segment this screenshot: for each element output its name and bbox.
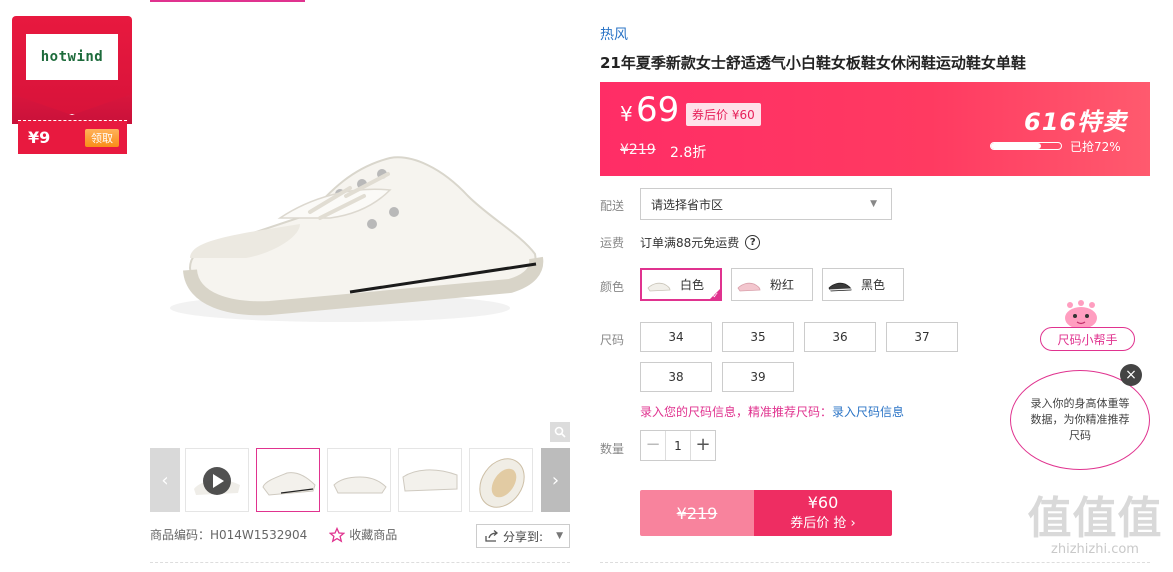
zoom-icon[interactable] bbox=[550, 422, 570, 442]
brand-logo-text: hotwind bbox=[40, 49, 104, 65]
thumbnail-video[interactable] bbox=[185, 448, 249, 512]
sneaker-illustration bbox=[170, 156, 544, 322]
coupon-amount: ¥9 bbox=[28, 128, 51, 147]
price-banner: ¥ 69 券后价 ¥60 ¥219 2.8折 616特卖 已抢72% bbox=[600, 82, 1150, 176]
close-icon[interactable]: × bbox=[1120, 364, 1142, 386]
color-option-white[interactable]: 白色 ✓ bbox=[640, 268, 722, 301]
sku-code: 商品编码：H014W1532904 bbox=[150, 528, 308, 542]
region-placeholder: 请选择省市区 bbox=[651, 197, 724, 212]
watermark-url: zhizhizhi.com bbox=[1051, 542, 1139, 557]
size-option-34[interactable]: 34 bbox=[640, 322, 712, 352]
size-option-36[interactable]: 36 bbox=[804, 322, 876, 352]
size-helper-button[interactable]: 尺码小帮手 bbox=[1040, 327, 1135, 351]
white-shoe-swatch bbox=[646, 275, 672, 295]
claim-coupon-button[interactable]: 领取 bbox=[85, 128, 119, 147]
shipping-label: 运费 bbox=[600, 236, 625, 250]
region-select[interactable]: 请选择省市区 ▼ bbox=[640, 188, 892, 220]
store-coupon-card[interactable]: hotwind ¥9 领取 bbox=[12, 16, 132, 154]
size-option-37[interactable]: 37 bbox=[886, 322, 958, 352]
color-option-pink[interactable]: 粉红 bbox=[731, 268, 813, 301]
favorite-button[interactable]: 收藏商品 bbox=[329, 526, 397, 543]
color-label: 颜色 bbox=[600, 280, 625, 294]
quantity-stepper: − 1 + bbox=[640, 430, 716, 461]
check-icon: ✓ bbox=[712, 291, 719, 300]
divider bbox=[150, 562, 570, 563]
discount-label: 2.8折 bbox=[670, 145, 707, 161]
helper-mascot-icon bbox=[1065, 300, 1097, 329]
thumbnail-1[interactable] bbox=[256, 448, 320, 512]
black-shoe-swatch bbox=[827, 275, 853, 295]
size-option-39[interactable]: 39 bbox=[722, 362, 794, 392]
thumbnail-3[interactable] bbox=[398, 448, 462, 512]
share-icon bbox=[485, 530, 499, 542]
share-dropdown[interactable]: 分享到: ▼ bbox=[476, 524, 570, 548]
watermark-logo: 值值值 bbox=[1027, 493, 1163, 544]
quantity-value[interactable]: 1 bbox=[666, 439, 690, 453]
quantity-label: 数量 bbox=[600, 442, 625, 456]
product-title: 21年夏季新款女士舒适透气小白鞋女板鞋女休闲鞋运动鞋女单鞋 bbox=[600, 54, 1026, 72]
color-name: 黑色 bbox=[861, 278, 886, 292]
price-currency: ¥ bbox=[620, 102, 633, 126]
help-icon[interactable]: ? bbox=[745, 235, 761, 250]
coupon-buy-price: ¥60 bbox=[807, 493, 839, 512]
coupon-footer: ¥9 领取 bbox=[18, 120, 127, 154]
product-meta-row: 商品编码：H014W1532904 收藏商品 bbox=[150, 526, 397, 543]
quantity-decrease-button[interactable]: − bbox=[641, 431, 666, 460]
thumbnail-strip bbox=[185, 448, 533, 512]
size-hint: 录入您的尺码信息，精准推荐尺码：录入尺码信息 bbox=[640, 403, 904, 420]
thumbnail-2[interactable] bbox=[327, 448, 391, 512]
chevron-down-icon: ▼ bbox=[556, 531, 563, 541]
color-name: 白色 bbox=[680, 278, 705, 292]
pink-shoe-swatch bbox=[736, 275, 762, 295]
thumbnail-4[interactable] bbox=[469, 448, 533, 512]
color-option-black[interactable]: 黑色 bbox=[822, 268, 904, 301]
original-price: ¥219 bbox=[620, 142, 656, 158]
coupon-buy-label: 券后价 抢 › bbox=[790, 516, 856, 531]
sold-progress-fill bbox=[991, 143, 1042, 149]
divider bbox=[600, 562, 1150, 563]
thumbnail-prev-button[interactable]: ‹ bbox=[150, 448, 180, 512]
original-price-button[interactable]: ¥219 bbox=[640, 490, 754, 536]
shipping-text: 订单满88元免运费 bbox=[640, 236, 740, 250]
sold-progress-bar bbox=[990, 142, 1062, 150]
buy-with-coupon-button[interactable]: ¥60 券后价 抢 › bbox=[754, 490, 892, 536]
size-hint-text: 录入您的尺码信息，精准推荐尺码： bbox=[640, 405, 833, 419]
favorite-label: 收藏商品 bbox=[349, 528, 398, 542]
top-accent-bar bbox=[150, 0, 305, 2]
star-icon bbox=[329, 526, 346, 543]
size-option-35[interactable]: 35 bbox=[722, 322, 794, 352]
current-price: 69 bbox=[636, 90, 680, 130]
color-name: 粉红 bbox=[770, 278, 795, 292]
brand-logo: hotwind bbox=[26, 34, 118, 80]
coupon-price-tag: 券后价 ¥60 bbox=[686, 103, 761, 126]
brand-link[interactable]: 热风 bbox=[600, 24, 628, 44]
watermark: 值值值 zhizhizhi.com bbox=[1025, 493, 1165, 558]
sold-percentage: 已抢72% bbox=[1070, 140, 1121, 154]
quantity-increase-button[interactable]: + bbox=[690, 431, 715, 460]
size-option-38[interactable]: 38 bbox=[640, 362, 712, 392]
main-product-image[interactable] bbox=[150, 18, 570, 443]
share-label: 分享到: bbox=[503, 529, 544, 544]
chevron-down-icon: ▼ bbox=[870, 199, 877, 209]
enter-size-link[interactable]: 录入尺码信息 bbox=[832, 405, 904, 419]
thumbnail-next-button[interactable]: › bbox=[541, 448, 570, 512]
delivery-label: 配送 bbox=[600, 199, 625, 213]
shipping-info: 订单满88元免运费 ? bbox=[640, 234, 761, 251]
size-label: 尺码 bbox=[600, 333, 625, 347]
promo-badge: 616特卖 bbox=[1024, 108, 1128, 136]
